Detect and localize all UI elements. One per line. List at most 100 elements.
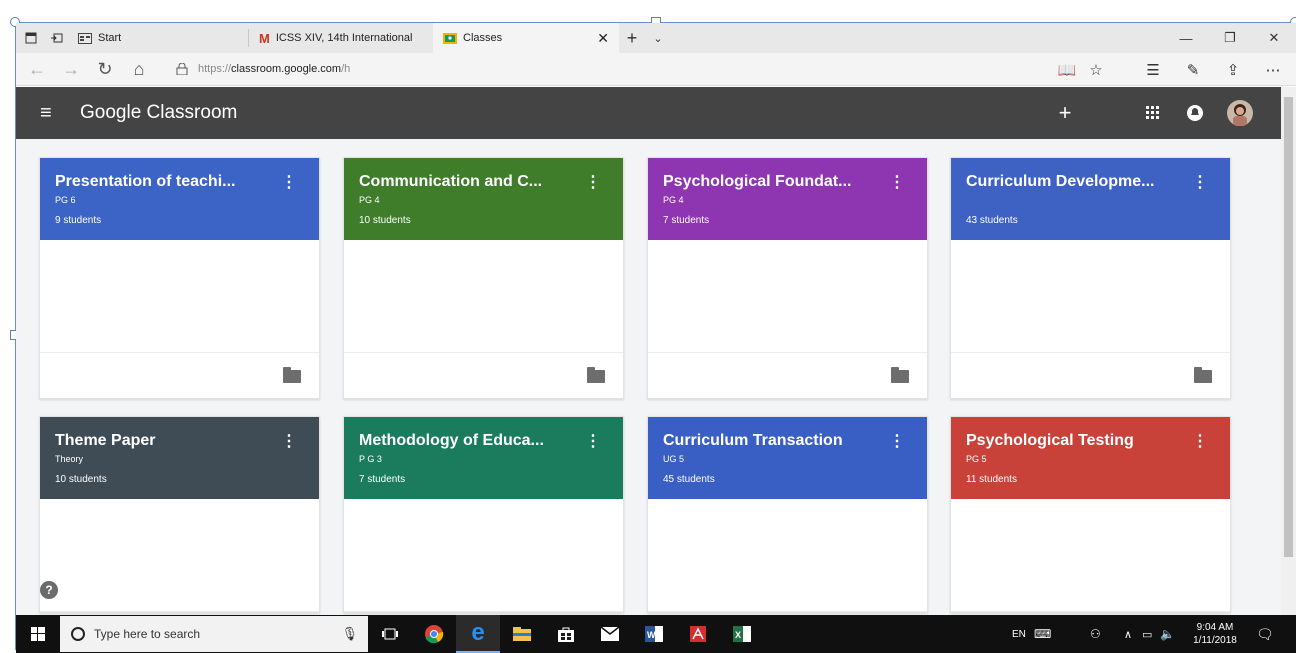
- class-title[interactable]: Communication and C...: [359, 173, 574, 191]
- class-card-header[interactable]: Theme Paper Theory 10 students ⋮: [40, 417, 319, 499]
- language-indicator[interactable]: EN: [1012, 615, 1026, 653]
- class-card[interactable]: Psychological Foundat... PG 4 7 students…: [647, 157, 928, 399]
- task-view-icon[interactable]: [368, 615, 412, 653]
- tab-preview-chevron-icon[interactable]: ⌄: [645, 32, 671, 45]
- store-icon[interactable]: [544, 615, 588, 653]
- class-card-header[interactable]: Communication and C... PG 4 10 students …: [344, 158, 623, 240]
- class-card-header[interactable]: Psychological Foundat... PG 4 7 students…: [648, 158, 927, 240]
- class-grid: Presentation of teachi... PG 6 9 student…: [16, 139, 1281, 615]
- main-menu-icon[interactable]: ≡: [40, 102, 70, 125]
- mail-icon[interactable]: [588, 615, 632, 653]
- restore-icon[interactable]: ❐: [1208, 23, 1252, 53]
- word-icon[interactable]: W: [632, 615, 676, 653]
- people-icon[interactable]: ⚇: [1090, 615, 1101, 653]
- share-icon[interactable]: ⇪: [1218, 53, 1248, 86]
- reading-view-icon[interactable]: 📖: [1052, 53, 1082, 86]
- forward-icon[interactable]: →: [54, 59, 88, 80]
- tab-gmail[interactable]: M ICSS XIV, 14th International: [249, 23, 433, 53]
- favorite-star-icon[interactable]: ☆: [1081, 53, 1111, 86]
- card-menu-icon[interactable]: ⋮: [889, 431, 905, 451]
- minimize-icon[interactable]: —: [1164, 23, 1208, 53]
- tab-classes[interactable]: Classes ✕: [433, 23, 619, 53]
- taskbar-search-input[interactable]: Type here to search 🎙: [60, 616, 368, 652]
- new-tab-icon[interactable]: +: [619, 28, 645, 49]
- page-scrollbar[interactable]: [1281, 87, 1296, 615]
- microphone-icon[interactable]: 🎙: [341, 626, 358, 642]
- action-center-icon[interactable]: 🗨: [1256, 615, 1274, 653]
- class-card[interactable]: Presentation of teachi... PG 6 9 student…: [39, 157, 320, 399]
- back-icon[interactable]: ←: [20, 59, 54, 80]
- class-card-body: [648, 240, 927, 353]
- class-card[interactable]: Curriculum Transaction UG 5 45 students …: [647, 416, 928, 613]
- class-card[interactable]: Methodology of Educa... P G 3 7 students…: [343, 416, 624, 613]
- favorites-hub-icon[interactable]: ☰: [1138, 53, 1168, 86]
- notifications-icon[interactable]: [1180, 87, 1210, 139]
- class-card-header[interactable]: Curriculum Transaction UG 5 45 students …: [648, 417, 927, 499]
- tab-manager-icon[interactable]: [20, 27, 42, 49]
- class-title[interactable]: Presentation of teachi...: [55, 173, 270, 191]
- tab-label: Classes: [463, 32, 503, 44]
- card-menu-icon[interactable]: ⋮: [585, 431, 601, 451]
- card-menu-icon[interactable]: ⋮: [889, 172, 905, 192]
- add-class-button[interactable]: +: [1050, 87, 1080, 139]
- class-section: PG 4: [663, 195, 684, 205]
- class-title[interactable]: Curriculum Transaction: [663, 432, 878, 450]
- scrollbar-thumb[interactable]: [1284, 97, 1293, 557]
- class-title[interactable]: Theme Paper: [55, 432, 270, 450]
- show-hidden-icons-chevron-icon[interactable]: ∧: [1124, 615, 1132, 653]
- battery-icon[interactable]: ▭: [1142, 615, 1152, 653]
- acrobat-icon[interactable]: [676, 615, 720, 653]
- class-card-footer: [951, 353, 1230, 398]
- address-input[interactable]: https://classroom.google.com/h: [176, 63, 996, 75]
- volume-icon[interactable]: 🔈: [1160, 615, 1175, 653]
- class-card-header[interactable]: Psychological Testing PG 5 11 students ⋮: [951, 417, 1230, 499]
- class-card-footer: [40, 353, 319, 398]
- card-menu-icon[interactable]: ⋮: [585, 172, 601, 192]
- edge-icon[interactable]: e: [456, 615, 500, 653]
- class-card[interactable]: Psychological Testing PG 5 11 students ⋮: [950, 416, 1231, 613]
- card-menu-icon[interactable]: ⋮: [1192, 172, 1208, 192]
- card-menu-icon[interactable]: ⋮: [281, 172, 297, 192]
- tab-start[interactable]: Start: [68, 23, 248, 53]
- apps-grid-icon[interactable]: [1138, 87, 1168, 139]
- folder-icon[interactable]: [891, 367, 909, 383]
- class-card-header[interactable]: Curriculum Developme... 43 students ⋮: [951, 158, 1230, 240]
- folder-icon[interactable]: [283, 367, 301, 383]
- keyboard-icon[interactable]: ⌨: [1034, 615, 1051, 653]
- url-path: /h: [341, 63, 351, 75]
- class-title[interactable]: Psychological Testing: [966, 432, 1181, 450]
- class-title[interactable]: Methodology of Educa...: [359, 432, 574, 450]
- svg-text:W: W: [647, 630, 656, 640]
- web-note-icon[interactable]: ✎: [1178, 53, 1208, 86]
- close-window-icon[interactable]: ✕: [1252, 23, 1296, 53]
- class-card-body: [344, 240, 623, 353]
- class-card[interactable]: Curriculum Developme... 43 students ⋮: [950, 157, 1231, 399]
- class-card-header[interactable]: Methodology of Educa... P G 3 7 students…: [344, 417, 623, 499]
- class-title[interactable]: Psychological Foundat...: [663, 173, 878, 191]
- folder-icon[interactable]: [587, 367, 605, 383]
- card-menu-icon[interactable]: ⋮: [1192, 431, 1208, 451]
- lock-icon: [176, 63, 188, 75]
- excel-icon[interactable]: X: [720, 615, 764, 653]
- close-tab-icon[interactable]: ✕: [597, 30, 609, 47]
- card-menu-icon[interactable]: ⋮: [281, 431, 297, 451]
- cortana-icon: [71, 627, 85, 641]
- student-count: 7 students: [663, 215, 710, 226]
- folder-icon[interactable]: [1194, 367, 1212, 383]
- class-title[interactable]: Curriculum Developme...: [966, 173, 1181, 191]
- help-icon[interactable]: ?: [40, 581, 58, 599]
- file-explorer-icon[interactable]: [500, 615, 544, 653]
- clock-date: 1/11/2018: [1193, 635, 1237, 646]
- set-aside-tabs-icon[interactable]: [46, 27, 68, 49]
- class-card-header[interactable]: Presentation of teachi... PG 6 9 student…: [40, 158, 319, 240]
- class-card[interactable]: Theme Paper Theory 10 students ⋮: [39, 416, 320, 613]
- windows-start-icon[interactable]: [16, 627, 60, 641]
- chrome-icon[interactable]: [412, 615, 456, 653]
- avatar[interactable]: [1222, 87, 1258, 139]
- clock[interactable]: 9:04 AM 1/11/2018: [1186, 615, 1244, 653]
- refresh-icon[interactable]: ↻: [88, 59, 122, 80]
- home-icon[interactable]: ⌂: [122, 59, 156, 80]
- tab-label: ICSS XIV, 14th International: [275, 32, 413, 44]
- more-icon[interactable]: ⋯: [1258, 53, 1288, 86]
- class-card[interactable]: Communication and C... PG 4 10 students …: [343, 157, 624, 399]
